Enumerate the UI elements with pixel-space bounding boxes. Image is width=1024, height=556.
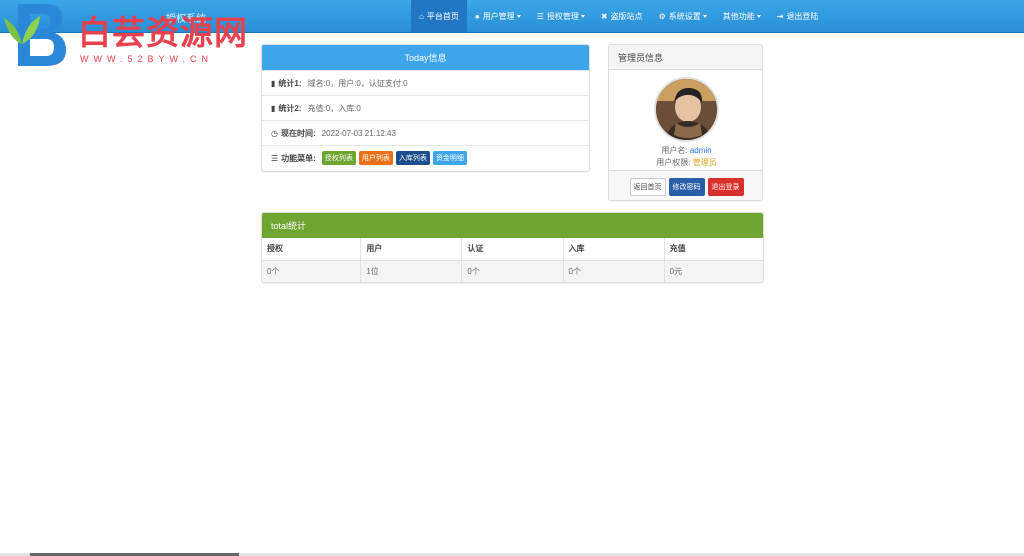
table-cell: 0元 bbox=[664, 260, 763, 282]
list-icon: ☰ bbox=[271, 153, 279, 163]
stat2-value: 充值:0，入库:0 bbox=[307, 103, 361, 113]
nav-license-management[interactable]: ☰ 授权管理 bbox=[529, 0, 593, 33]
nav-user-management[interactable]: ● 用户管理 bbox=[467, 0, 529, 33]
home-icon: ⌂ bbox=[419, 12, 424, 21]
username-value: admin bbox=[689, 146, 712, 155]
panel-title: total统计 bbox=[262, 213, 763, 238]
nav-label: 盗版站点 bbox=[610, 12, 643, 21]
caret-down-icon bbox=[756, 15, 761, 18]
funds-detail-tag[interactable]: 资金明细 bbox=[432, 151, 467, 165]
column-header: 入库 bbox=[563, 238, 665, 261]
avatar bbox=[654, 77, 719, 142]
avatar-image bbox=[656, 79, 717, 140]
clock-icon: ◷ bbox=[271, 128, 278, 138]
stat1-value: 域名:0，用户:0，认证支付:0 bbox=[307, 78, 408, 88]
caret-down-icon bbox=[516, 15, 521, 18]
stats-table: 授权 用户 认证 入库 充值 0个 1位 0个 0个 0元 bbox=[262, 238, 763, 282]
gear-icon: ⚙ bbox=[658, 12, 666, 21]
menu-label: 功能菜单: bbox=[281, 153, 316, 163]
logo-text: 白芸资源网 bbox=[78, 13, 248, 52]
storage-list-tag[interactable]: 入库列表 bbox=[395, 151, 430, 165]
today-info-panel: Today信息 ▮ 统计1: 域名:0，用户:0，认证支付:0 ▮ 统计2: 充… bbox=[261, 44, 590, 172]
caret-down-icon bbox=[702, 15, 707, 18]
column-header: 充值 bbox=[664, 238, 763, 261]
panel-title: 管理员信息 bbox=[609, 45, 762, 70]
main-nav: ⌂ 平台首页 ● 用户管理 ☰ 授权管理 ✖ 盗版站点 ⚙ 系统设置 其他功能 … bbox=[411, 0, 826, 33]
nav-label: 平台首页 bbox=[426, 12, 459, 21]
admin-actions: 返回首页 修改密码 退出登录 bbox=[609, 170, 762, 200]
bar-chart-icon: ▮ bbox=[271, 78, 276, 88]
table-cell: 1位 bbox=[360, 260, 463, 282]
logo-b-icon bbox=[4, 4, 66, 66]
stat1-label: 统计1: bbox=[278, 78, 302, 88]
nav-logout[interactable]: ⇥ 退出登陆 bbox=[769, 0, 827, 33]
user-list-tag[interactable]: 用户列表 bbox=[358, 151, 393, 165]
nav-label: 退出登陆 bbox=[786, 12, 819, 21]
bar-chart-icon: ▮ bbox=[271, 103, 276, 113]
column-header: 认证 bbox=[461, 238, 564, 261]
watermark-logo: 白芸资源网 WWW.52BYW.CN bbox=[0, 0, 260, 70]
logout-icon: ⇥ bbox=[776, 12, 784, 21]
stat1-row: ▮ 统计1: 域名:0，用户:0，认证支付:0 bbox=[262, 70, 589, 95]
menu-row: ☰ 功能菜单: 授权列表 用户列表 入库列表 资金明细 bbox=[262, 145, 589, 170]
license-list-tag[interactable]: 授权列表 bbox=[321, 151, 356, 165]
nav-label: 授权管理 bbox=[546, 12, 579, 21]
panel-title: Today信息 bbox=[262, 45, 589, 70]
logout-button[interactable]: 退出登录 bbox=[707, 177, 744, 196]
role-value: 管理员 bbox=[692, 158, 717, 167]
back-home-button[interactable]: 返回首页 bbox=[629, 177, 666, 196]
list-icon: ☰ bbox=[536, 12, 544, 21]
logo-subtext: WWW.52BYW.CN bbox=[80, 54, 214, 64]
nav-pirate-sites[interactable]: ✖ 盗版站点 bbox=[593, 0, 651, 33]
role-line: 用户权限: 管理员 bbox=[609, 157, 762, 168]
nav-label: 系统设置 bbox=[668, 12, 701, 21]
time-label: 现在时间: bbox=[280, 128, 316, 138]
nav-other-functions[interactable]: 其他功能 bbox=[715, 0, 769, 33]
time-row: ◷ 现在时间: 2022-07-03 21:12:43 bbox=[262, 120, 589, 145]
username-label: 用户名: bbox=[661, 146, 688, 155]
username-line: 用户名: admin bbox=[609, 145, 762, 156]
nav-system-settings[interactable]: ⚙ 系统设置 bbox=[651, 0, 715, 33]
column-header: 授权 bbox=[262, 238, 362, 261]
nav-label: 其他功能 bbox=[722, 12, 755, 21]
table-header-row: 授权 用户 认证 入库 充值 bbox=[262, 238, 763, 261]
stat2-label: 统计2: bbox=[278, 103, 302, 113]
nav-platform-home[interactable]: ⌂ 平台首页 bbox=[411, 0, 467, 33]
table-row: 0个 1位 0个 0个 0元 bbox=[262, 260, 763, 282]
user-icon: ● bbox=[474, 12, 480, 21]
role-label: 用户权限: bbox=[656, 158, 691, 167]
table-cell: 0个 bbox=[262, 260, 362, 282]
time-value: 2022-07-03 21:12:43 bbox=[321, 128, 396, 138]
table-cell: 0个 bbox=[563, 260, 665, 282]
column-header: 用户 bbox=[360, 238, 463, 261]
change-password-button[interactable]: 修改密码 bbox=[668, 177, 705, 196]
stat2-row: ▮ 统计2: 充值:0，入库:0 bbox=[262, 95, 589, 120]
close-icon: ✖ bbox=[600, 12, 608, 21]
admin-info-panel: 管理员信息 用户名: admin 用户权限: 管理员 返回首页 修改密码 退出登… bbox=[608, 44, 763, 201]
total-stats-panel: total统计 授权 用户 认证 入库 充值 0个 1位 0个 0个 0元 bbox=[261, 212, 764, 283]
table-cell: 0个 bbox=[461, 260, 564, 282]
nav-label: 用户管理 bbox=[482, 12, 515, 21]
caret-down-icon bbox=[580, 15, 585, 18]
